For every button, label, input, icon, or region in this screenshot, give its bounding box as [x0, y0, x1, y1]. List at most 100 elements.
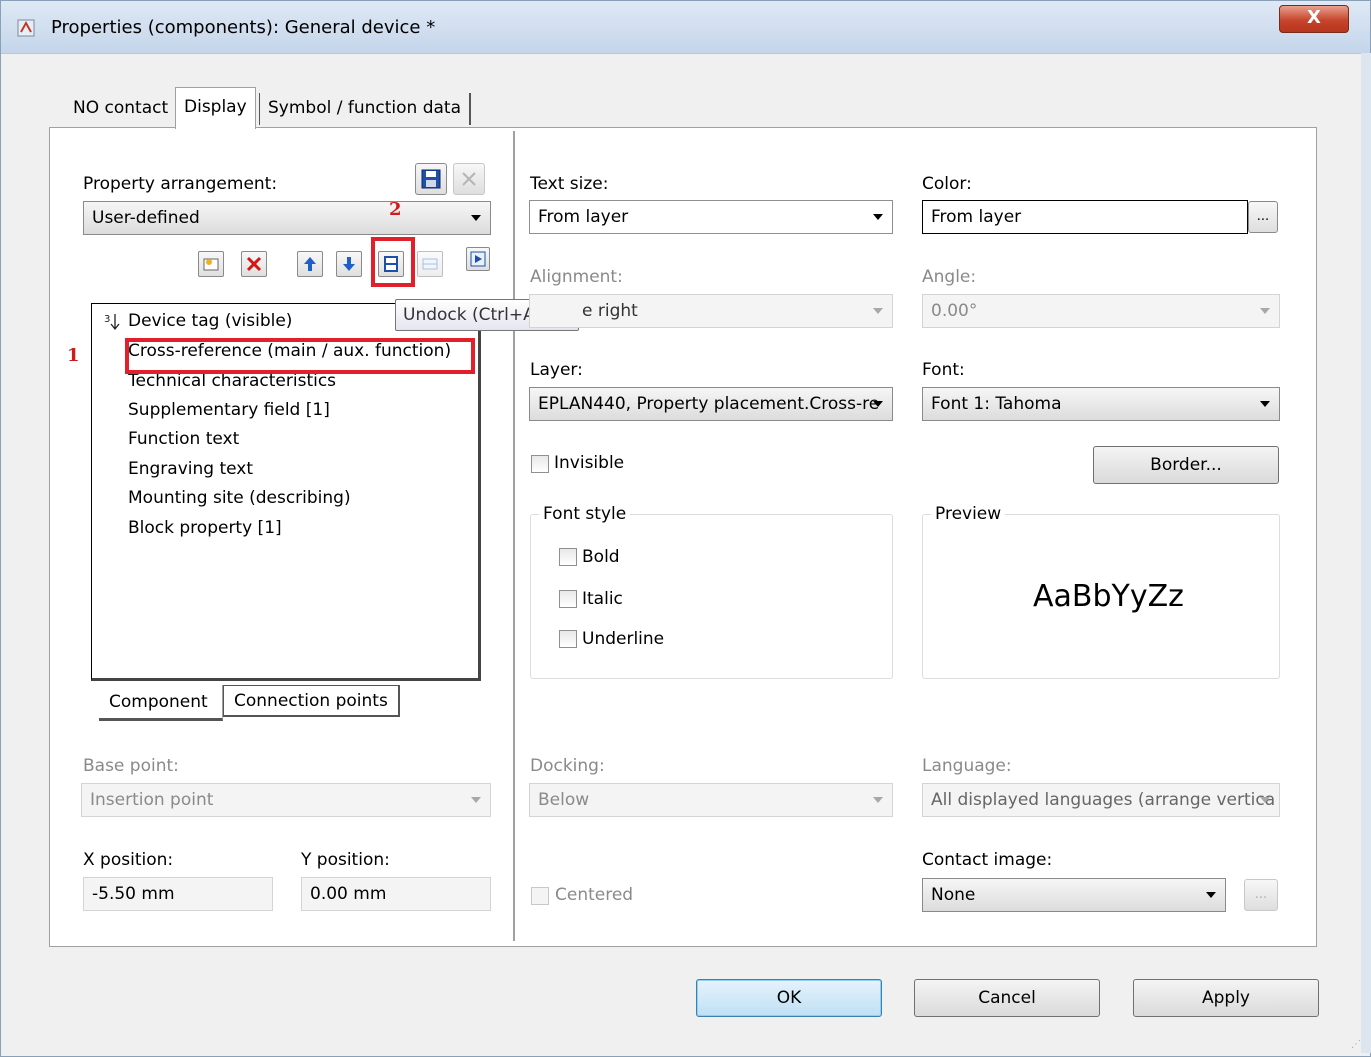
- svg-text:3: 3: [104, 314, 110, 325]
- move-up-button[interactable]: [297, 251, 323, 277]
- base-point-label: Base point:: [83, 756, 179, 776]
- chevron-down-icon: [1260, 308, 1270, 314]
- save-arrangement-button[interactable]: [415, 163, 447, 195]
- delete-property-button[interactable]: [241, 251, 267, 277]
- angle-label: Angle:: [922, 267, 977, 287]
- resize-grip-icon[interactable]: ⋰: [1351, 1039, 1365, 1053]
- list-item[interactable]: Technical characteristics: [128, 371, 336, 391]
- color-picker-button[interactable]: ...: [1248, 201, 1278, 233]
- window-title: Properties (components): General device …: [51, 17, 436, 38]
- play-icon: [470, 251, 486, 267]
- base-point-select[interactable]: Insertion point: [81, 783, 491, 817]
- font-value: Font 1: Tahoma: [931, 394, 1062, 414]
- angle-value: 0.00°: [931, 301, 978, 321]
- arrow-down-icon: [343, 257, 355, 271]
- list-item[interactable]: Supplementary field [1]: [128, 400, 330, 420]
- text-size-value: From layer: [538, 207, 629, 227]
- text-size-select[interactable]: From layer: [529, 200, 893, 234]
- alignment-select[interactable]: e right: [529, 294, 893, 328]
- centered-label: Centered: [555, 885, 634, 905]
- window-edge: [1361, 53, 1371, 1053]
- x-position-field[interactable]: -5.50 mm: [83, 877, 273, 911]
- color-field[interactable]: From layer: [922, 200, 1248, 234]
- delete-arrangement-button[interactable]: [453, 163, 485, 195]
- chevron-down-icon: [873, 797, 883, 803]
- annotation-number-1: 1: [67, 345, 80, 366]
- angle-select[interactable]: 0.00°: [922, 294, 1280, 328]
- x-position-label: X position:: [83, 850, 174, 870]
- contact-image-select[interactable]: None: [922, 878, 1226, 912]
- layer-label: Layer:: [530, 360, 583, 380]
- font-select[interactable]: Font 1: Tahoma: [922, 387, 1280, 421]
- font-style-title: Font style: [539, 504, 631, 524]
- panel-divider: [513, 131, 516, 941]
- chevron-down-icon: [1260, 797, 1270, 803]
- text-size-label: Text size:: [530, 174, 609, 194]
- property-arrangement-label: Property arrangement:: [83, 174, 278, 194]
- tab-display[interactable]: Display: [175, 87, 256, 129]
- invisible-checkbox[interactable]: [531, 455, 549, 473]
- move-down-button[interactable]: [336, 251, 362, 277]
- placement-options-button[interactable]: [466, 247, 490, 271]
- border-button[interactable]: Border...: [1093, 446, 1279, 484]
- delete-icon: [246, 256, 262, 272]
- new-icon: [203, 258, 219, 271]
- alignment-value: e right: [582, 301, 638, 321]
- list-item[interactable]: Function text: [128, 429, 239, 449]
- chevron-down-icon: [1260, 401, 1270, 407]
- layer-select[interactable]: EPLAN440, Property placement.Cross-re: [529, 387, 893, 421]
- tab-symbol-function-data[interactable]: Symbol / function data: [259, 93, 472, 125]
- alignment-label: Alignment:: [530, 267, 623, 287]
- y-position-field[interactable]: 0.00 mm: [301, 877, 491, 911]
- chevron-down-icon: [873, 308, 883, 314]
- dock-button[interactable]: [417, 251, 443, 277]
- y-position-label: Y position:: [301, 850, 390, 870]
- invisible-label: Invisible: [554, 453, 625, 473]
- list-item[interactable]: Block property [1]: [128, 518, 282, 538]
- annotation-number-2: 2: [389, 199, 402, 220]
- arrow-up-icon: [304, 257, 316, 271]
- ok-button[interactable]: OK: [696, 979, 882, 1017]
- property-arrangement-value: User-defined: [92, 208, 200, 228]
- underline-checkbox[interactable]: [559, 630, 577, 648]
- list-item[interactable]: Mounting site (describing): [128, 488, 351, 508]
- color-label: Color:: [922, 174, 972, 194]
- subtab-connection-points[interactable]: Connection points: [223, 685, 400, 717]
- language-value: All displayed languages (arrange vertica: [931, 790, 1276, 810]
- tab-no-contact[interactable]: NO contact: [65, 89, 176, 127]
- chevron-down-icon: [1206, 892, 1216, 898]
- properties-dialog: Properties (components): General device …: [0, 0, 1371, 1057]
- apply-button[interactable]: Apply: [1133, 979, 1319, 1017]
- subtab-component[interactable]: Component: [99, 685, 223, 721]
- save-icon: [421, 169, 441, 189]
- docking-value: Below: [538, 790, 590, 810]
- close-icon: [462, 172, 476, 186]
- new-property-button[interactable]: [198, 251, 224, 277]
- layer-value: EPLAN440, Property placement.Cross-re: [538, 394, 880, 414]
- close-button[interactable]: X: [1279, 5, 1349, 33]
- highlight-box-cross-reference: [125, 338, 475, 374]
- sort-icon: 3: [104, 314, 120, 331]
- italic-checkbox[interactable]: [559, 590, 577, 608]
- property-arrangement-select[interactable]: User-defined: [83, 201, 491, 235]
- preview-sample-text: AaBbYyZz: [1033, 579, 1184, 614]
- language-label: Language:: [922, 756, 1012, 776]
- centered-checkbox[interactable]: [531, 887, 549, 905]
- list-item[interactable]: Device tag (visible): [128, 311, 292, 331]
- italic-label: Italic: [582, 589, 623, 609]
- font-label: Font:: [922, 360, 965, 380]
- base-point-value: Insertion point: [90, 790, 214, 810]
- preview-title: Preview: [931, 504, 1006, 524]
- highlight-box-undock: [371, 237, 415, 287]
- docking-select[interactable]: Below: [529, 783, 893, 817]
- bold-checkbox[interactable]: [559, 548, 577, 566]
- chevron-down-icon: [873, 214, 883, 220]
- title-bar: Properties (components): General device …: [1, 1, 1370, 54]
- chevron-down-icon: [471, 215, 481, 221]
- contact-image-button[interactable]: ...: [1244, 879, 1278, 911]
- language-select[interactable]: All displayed languages (arrange vertica: [922, 783, 1280, 817]
- list-item[interactable]: Engraving text: [128, 459, 253, 479]
- cancel-button[interactable]: Cancel: [914, 979, 1100, 1017]
- chevron-down-icon: [873, 401, 883, 407]
- app-icon: [17, 19, 35, 37]
